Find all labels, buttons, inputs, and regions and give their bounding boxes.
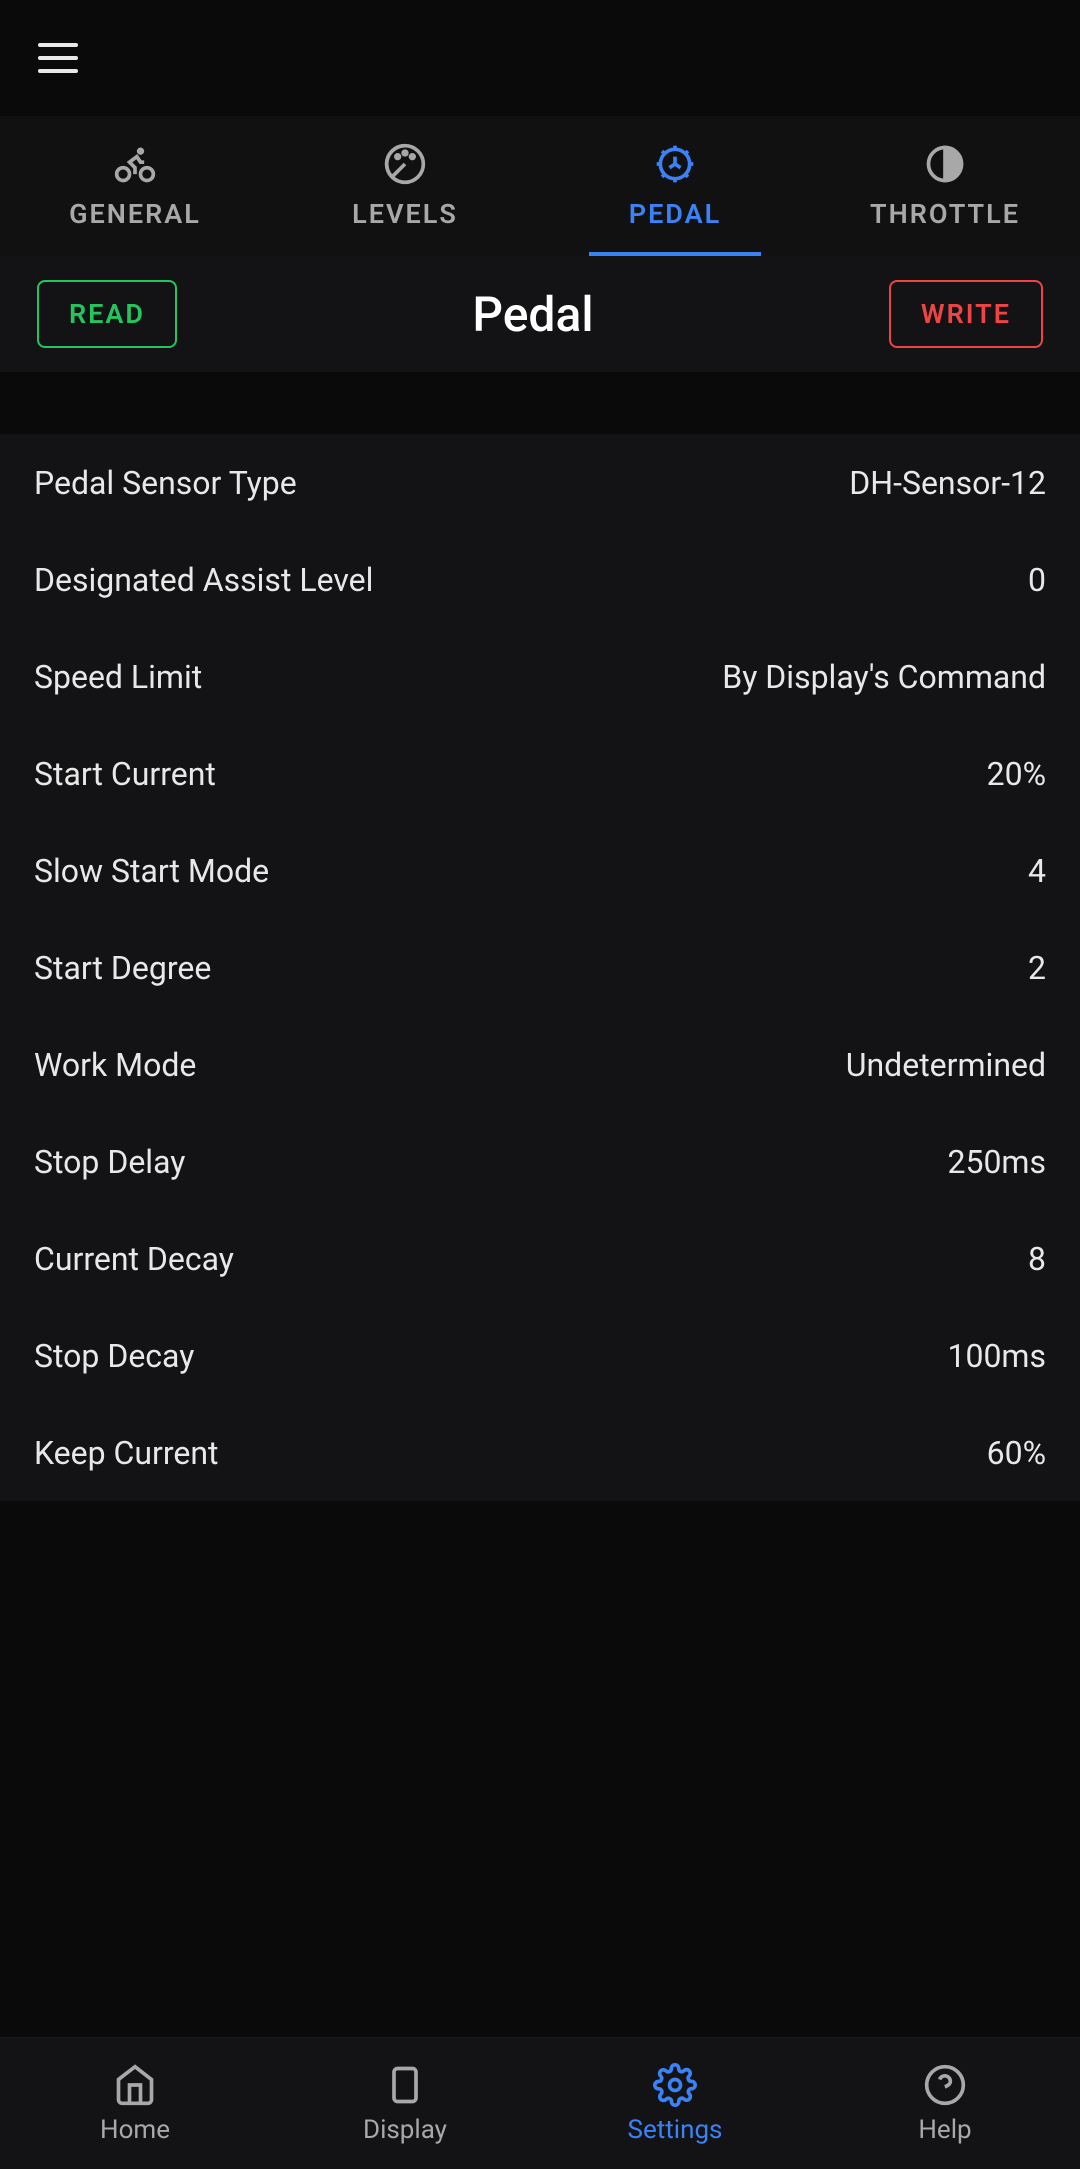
setting-label: Stop Decay — [34, 1337, 194, 1375]
tab-general[interactable]: GENERAL — [0, 116, 270, 256]
menu-icon[interactable] — [38, 43, 78, 73]
setting-label: Work Mode — [34, 1046, 196, 1084]
setting-value: Undetermined — [846, 1046, 1046, 1084]
setting-label: Pedal Sensor Type — [34, 464, 297, 502]
contrast-icon — [923, 142, 967, 186]
nav-label: Settings — [628, 2115, 723, 2145]
nav-label: Display — [363, 2115, 447, 2145]
setting-stop-decay[interactable]: Stop Decay 100ms — [34, 1307, 1046, 1404]
display-icon — [383, 2063, 427, 2107]
nav-label: Help — [918, 2115, 971, 2145]
setting-keep-current[interactable]: Keep Current 60% — [34, 1404, 1046, 1501]
setting-value: By Display's Command — [722, 658, 1046, 696]
setting-value: 0 — [1028, 561, 1046, 599]
setting-label: Slow Start Mode — [34, 852, 269, 890]
setting-label: Designated Assist Level — [34, 561, 373, 599]
tab-levels[interactable]: LEVELS — [270, 116, 540, 256]
setting-label: Current Decay — [34, 1240, 234, 1278]
tab-label: THROTTLE — [870, 198, 1020, 230]
header-bar — [0, 0, 1080, 116]
gauge-icon — [383, 142, 427, 186]
settings-list: Pedal Sensor Type DH-Sensor-12 Designate… — [0, 434, 1080, 1501]
read-button[interactable]: READ — [37, 280, 177, 348]
write-button[interactable]: WRITE — [889, 280, 1043, 348]
gear-icon — [653, 142, 697, 186]
setting-value: 20% — [987, 755, 1046, 793]
setting-value: 100ms — [947, 1337, 1046, 1375]
nav-help[interactable]: Help — [810, 2038, 1080, 2169]
nav-label: Home — [100, 2115, 170, 2145]
setting-label: Start Degree — [34, 949, 211, 987]
settings-icon — [653, 2063, 697, 2107]
spacer — [0, 372, 1080, 434]
page-title: Pedal — [472, 286, 593, 343]
setting-label: Stop Delay — [34, 1143, 185, 1181]
setting-slow-start-mode[interactable]: Slow Start Mode 4 — [34, 822, 1046, 919]
tab-pedal[interactable]: PEDAL — [540, 116, 810, 256]
setting-value: 2 — [1028, 949, 1046, 987]
setting-label: Speed Limit — [34, 658, 202, 696]
setting-start-degree[interactable]: Start Degree 2 — [34, 919, 1046, 1016]
tab-throttle[interactable]: THROTTLE — [810, 116, 1080, 256]
setting-label: Start Current — [34, 755, 216, 793]
tab-label: PEDAL — [629, 198, 721, 230]
setting-current-decay[interactable]: Current Decay 8 — [34, 1210, 1046, 1307]
nav-display[interactable]: Display — [270, 2038, 540, 2169]
setting-stop-delay[interactable]: Stop Delay 250ms — [34, 1113, 1046, 1210]
nav-settings[interactable]: Settings — [540, 2038, 810, 2169]
setting-start-current[interactable]: Start Current 20% — [34, 725, 1046, 822]
home-icon — [113, 2063, 157, 2107]
tabs-row: GENERAL LEVELS PEDAL THROTTLE — [0, 116, 1080, 256]
help-icon — [923, 2063, 967, 2107]
setting-work-mode[interactable]: Work Mode Undetermined — [34, 1016, 1046, 1113]
action-bar: READ Pedal WRITE — [0, 256, 1080, 372]
setting-speed-limit[interactable]: Speed Limit By Display's Command — [34, 628, 1046, 725]
tab-label: LEVELS — [352, 198, 458, 230]
setting-value: DH-Sensor-12 — [849, 464, 1046, 502]
setting-label: Keep Current — [34, 1434, 218, 1472]
setting-designated-assist-level[interactable]: Designated Assist Level 0 — [34, 531, 1046, 628]
tab-label: GENERAL — [69, 198, 201, 230]
setting-value: 8 — [1028, 1240, 1046, 1278]
nav-home[interactable]: Home — [0, 2038, 270, 2169]
bottom-nav: Home Display Settings Help — [0, 2037, 1080, 2169]
setting-value: 4 — [1028, 852, 1046, 890]
bicycle-icon — [113, 142, 157, 186]
setting-value: 60% — [987, 1434, 1046, 1472]
setting-value: 250ms — [947, 1143, 1046, 1181]
setting-pedal-sensor-type[interactable]: Pedal Sensor Type DH-Sensor-12 — [34, 434, 1046, 531]
